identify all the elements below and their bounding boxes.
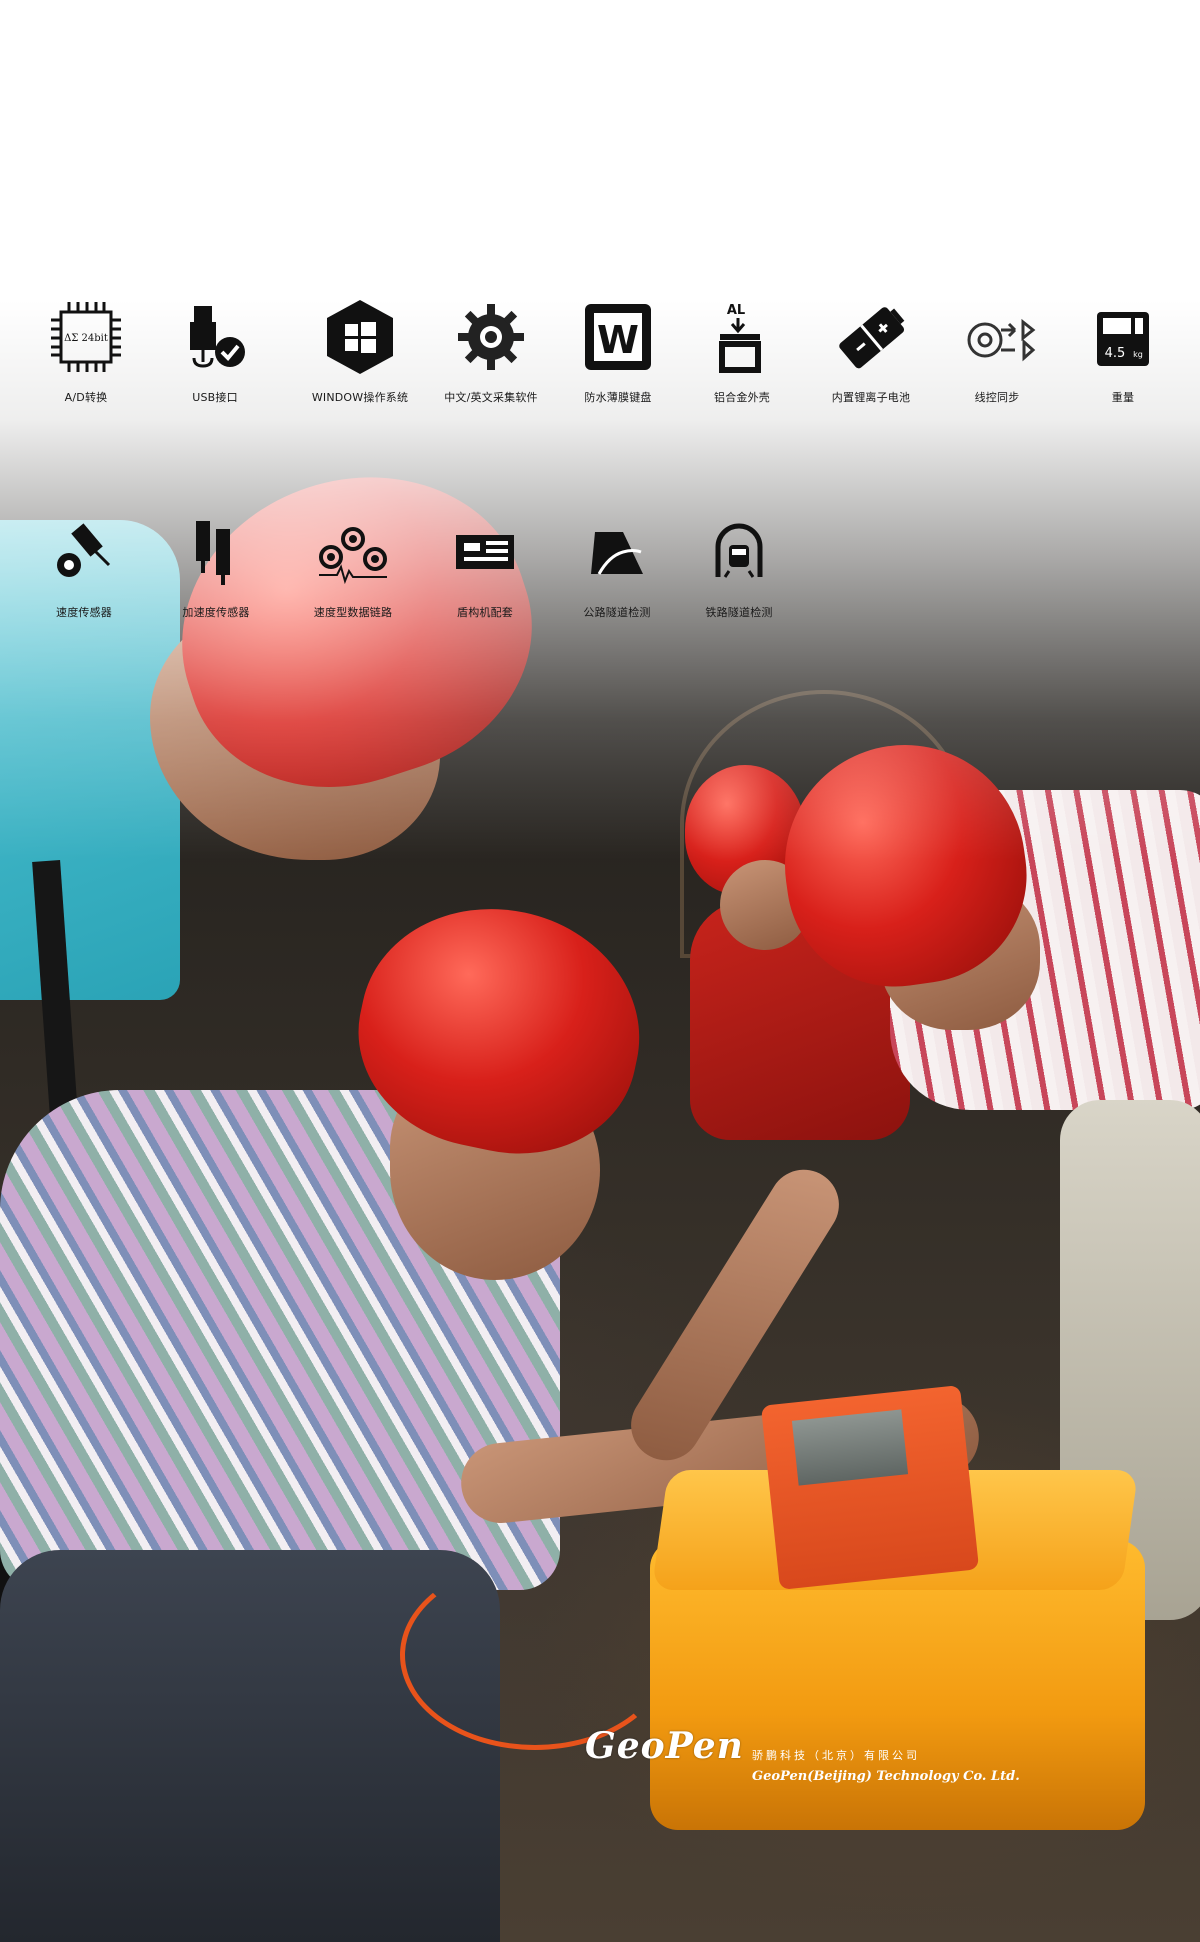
wired-sync-icon — [955, 295, 1039, 379]
feature-velocity-sensor: 速度传感器 — [19, 510, 149, 620]
top-fade — [0, 0, 1200, 900]
feature-label: 铝合金外壳 — [714, 391, 770, 404]
road-tunnel-icon — [575, 510, 659, 594]
shield-machine-icon — [443, 510, 527, 594]
company-name-cn: 骄鹏科技（北京）有限公司 — [752, 1749, 920, 1762]
al-badge: AL — [727, 303, 745, 318]
weight-unit: kg — [1133, 350, 1143, 359]
feature-label: 防水薄膜键盘 — [584, 391, 652, 404]
feature-weight: 4.5 kg 重量 — [1058, 295, 1188, 405]
windows-icon — [318, 295, 402, 379]
weight-scale-icon: 4.5 kg — [1081, 295, 1165, 379]
accelerometer-icon — [174, 510, 258, 594]
feature-windows: WINDOW操作系统 — [295, 295, 425, 405]
feature-label: 盾构机配套 — [457, 606, 513, 619]
feature-aluminum-case: AL 铝合金外壳 — [677, 295, 807, 405]
feature-label: 公路隧道检测 — [583, 606, 651, 619]
feature-label: 铁路隧道检测 — [705, 606, 773, 619]
feature-usb: USB接口 — [150, 295, 280, 405]
cable — [400, 1560, 670, 1750]
feature-label: 线控同步 — [974, 391, 1020, 404]
poster: ΔΣ 24bit A/D转换 USB接口 WINDOW操作系统 中文/英文采集软… — [0, 0, 1200, 1942]
feature-label: A/D转换 — [64, 391, 108, 404]
gear-software-icon — [449, 295, 533, 379]
feature-keyboard: W 防水薄膜键盘 — [553, 295, 683, 405]
feature-label: 中文/英文采集软件 — [444, 391, 538, 404]
keyboard-w-icon: W — [576, 295, 660, 379]
feature-label: 速度传感器 — [56, 606, 112, 619]
feature-velocity-data-link: 速度型数据链路 — [288, 510, 418, 620]
feature-software: 中文/英文采集软件 — [426, 295, 556, 405]
velocity-sensor-icon — [42, 510, 126, 594]
feature-label: WINDOW操作系统 — [311, 391, 409, 404]
key-letter: W — [597, 318, 639, 362]
aluminum-case-icon: AL — [700, 295, 784, 379]
ad-converter-chip-icon: ΔΣ 24bit — [44, 295, 128, 379]
feature-wired-sync: 线控同步 — [932, 295, 1062, 405]
seismograph-screen — [791, 1409, 909, 1486]
feature-shield-machine: 盾构机配套 — [420, 510, 550, 620]
feature-battery: 内置锂离子电池 — [806, 295, 936, 405]
feature-accelerometer: 加速度传感器 — [151, 510, 281, 620]
usb-icon — [173, 295, 257, 379]
feature-label: USB接口 — [192, 391, 238, 404]
feature-ad-conversion: ΔΣ 24bit A/D转换 — [21, 295, 151, 405]
geopen-logo: GeoPen — [585, 1725, 744, 1767]
company-name-en: GeoPen(Beijing) Technology Co. Ltd. — [752, 1769, 1020, 1784]
chip-label: ΔΣ 24bit — [64, 333, 108, 344]
velocity-data-link-icon — [311, 510, 395, 594]
feature-rail-tunnel: 铁路隧道检测 — [674, 510, 804, 620]
rail-tunnel-icon — [697, 510, 781, 594]
battery-icon — [829, 295, 913, 379]
weight-value: 4.5 — [1105, 346, 1126, 361]
feature-label: 重量 — [1111, 391, 1135, 404]
feature-label: 速度型数据链路 — [313, 606, 393, 619]
feature-label: 内置锂离子电池 — [831, 391, 911, 404]
feature-label: 加速度传感器 — [182, 606, 250, 619]
feature-road-tunnel: 公路隧道检测 — [552, 510, 682, 620]
